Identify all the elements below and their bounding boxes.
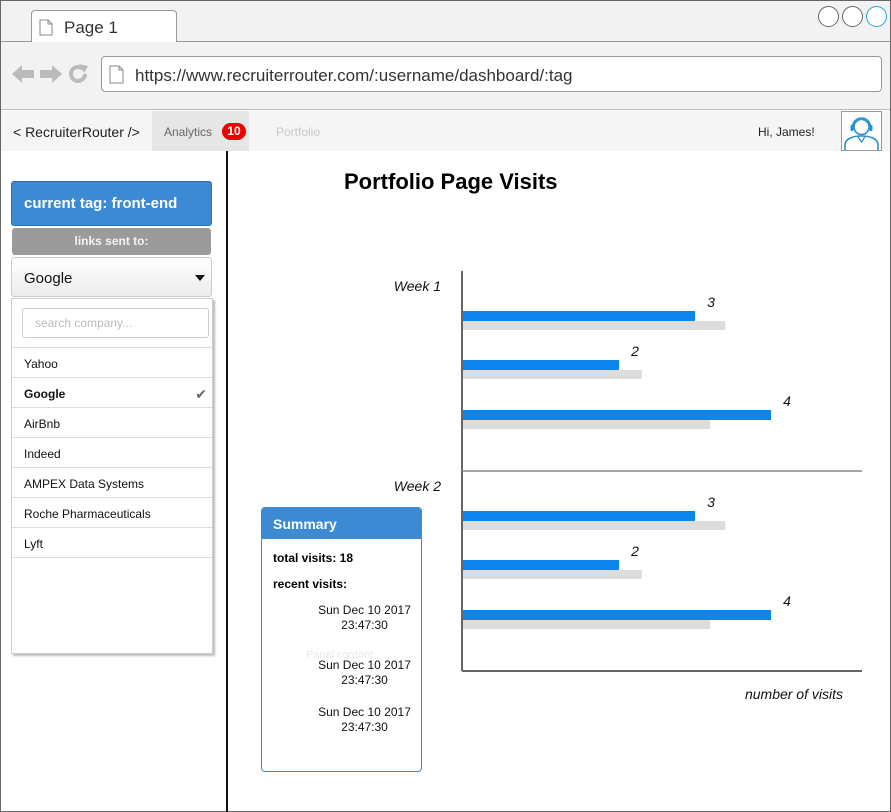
comparison-bar bbox=[463, 420, 711, 429]
recent-visit: Sun Dec 10 2017 23:47:30 bbox=[292, 658, 437, 688]
recent-visits-label: recent visits: bbox=[273, 577, 348, 591]
notification-badge: 10 bbox=[222, 123, 246, 140]
company-list-item[interactable]: Roche Pharmaceuticals bbox=[12, 498, 212, 528]
user-greeting: Hi, James! bbox=[758, 125, 815, 139]
user-headset-icon bbox=[844, 117, 879, 150]
comparison-bar bbox=[463, 521, 726, 530]
company-name: AirBnb bbox=[24, 417, 61, 431]
url-text: https://www.recruiterrouter.com/:usernam… bbox=[135, 66, 573, 85]
page-title: Portfolio Page Visits bbox=[344, 169, 558, 194]
company-list: Yahoo Google ✔ AirBnb Indeed AMPEX Data Syste… bbox=[12, 347, 212, 558]
company-dropdown: Yahoo Google ✔ AirBnb Indeed AMPEX Data Syste… bbox=[11, 298, 213, 654]
x-axis-label: number of visits bbox=[745, 686, 843, 702]
reload-icon[interactable] bbox=[67, 63, 89, 85]
nav-tab-label: Analytics bbox=[164, 125, 213, 139]
bar-value-label: 3 bbox=[707, 294, 715, 310]
company-name: Indeed bbox=[24, 447, 61, 461]
bar-value-label: 2 bbox=[630, 343, 639, 359]
bar-value-label: 4 bbox=[783, 393, 791, 409]
minimize-button[interactable] bbox=[818, 6, 839, 27]
comparison-bar bbox=[463, 570, 642, 579]
visits-bar bbox=[463, 410, 771, 420]
visit-time: 23:47:30 bbox=[341, 673, 388, 687]
company-select[interactable]: Google bbox=[11, 257, 212, 297]
close-button[interactable] bbox=[866, 6, 887, 27]
tab-title: Page 1 bbox=[64, 18, 118, 37]
caret-down-icon bbox=[195, 275, 205, 281]
tab-strip: Page 1 bbox=[1, 1, 890, 43]
window-controls bbox=[818, 6, 887, 27]
url-field[interactable]: https://www.recruiterrouter.com/:usernam… bbox=[101, 56, 882, 92]
summary-header: Summary bbox=[262, 508, 421, 539]
current-tag-banner: current tag: front-end bbox=[11, 181, 212, 226]
visits-bar-chart: Week 1 3 2 4 Week 2 3 2 4 number of visits bbox=[394, 271, 862, 702]
visits-bar bbox=[463, 311, 695, 321]
visit-date: Sun Dec 10 2017 bbox=[318, 603, 411, 617]
checkmark-icon: ✔ bbox=[195, 386, 207, 402]
forward-arrow-icon[interactable] bbox=[39, 63, 63, 85]
recent-visit: Sun Dec 10 2017 23:47:30 bbox=[292, 603, 437, 633]
company-list-item[interactable]: AirBnb bbox=[12, 408, 212, 438]
page-icon bbox=[39, 19, 53, 36]
visit-time: 23:47:30 bbox=[341, 720, 388, 734]
visits-bar bbox=[463, 560, 619, 570]
visit-time: 23:47:30 bbox=[341, 618, 388, 632]
visit-date: Sun Dec 10 2017 bbox=[318, 658, 411, 672]
links-sent-label: links sent to: bbox=[12, 228, 211, 255]
recent-visit: Sun Dec 10 2017 23:47:30 bbox=[292, 705, 437, 735]
nav-tab-portfolio[interactable]: Portfolio bbox=[276, 125, 320, 139]
maximize-button[interactable] bbox=[842, 6, 863, 27]
search-company-input[interactable] bbox=[22, 308, 209, 338]
avatar[interactable] bbox=[841, 111, 882, 151]
comparison-bar bbox=[463, 620, 711, 629]
group-label: Week 2 bbox=[394, 478, 441, 494]
page-icon bbox=[109, 65, 124, 84]
company-select-value: Google bbox=[24, 270, 73, 287]
browser-tab[interactable]: Page 1 bbox=[31, 10, 177, 43]
total-visits: total visits: 18 bbox=[273, 551, 354, 565]
company-list-item[interactable]: Google ✔ bbox=[12, 378, 212, 408]
company-name: Google bbox=[24, 387, 66, 401]
browser-window: Page 1 https://www.recruiterrouter.com/:… bbox=[0, 0, 891, 812]
comparison-bar bbox=[463, 370, 642, 379]
visits-bar bbox=[463, 360, 619, 370]
bar-value-label: 3 bbox=[707, 494, 715, 510]
company-name: Roche Pharmaceuticals bbox=[24, 507, 151, 521]
comparison-bar bbox=[463, 321, 726, 330]
back-arrow-icon[interactable] bbox=[11, 63, 35, 85]
sidebar-divider bbox=[226, 151, 228, 812]
app-navbar: < RecruiterRouter /> Analytics 10 Portfo… bbox=[1, 111, 890, 151]
summary-panel: Summary total visits: 18 recent visits: … bbox=[261, 507, 422, 772]
address-bar: https://www.recruiterrouter.com/:usernam… bbox=[1, 42, 890, 110]
company-list-item[interactable]: Lyft bbox=[12, 528, 212, 558]
group-label: Week 1 bbox=[394, 278, 441, 294]
company-list-item[interactable]: AMPEX Data Systems bbox=[12, 468, 212, 498]
visit-date: Sun Dec 10 2017 bbox=[318, 705, 411, 719]
company-list-item[interactable]: Yahoo bbox=[12, 348, 212, 378]
visits-bar bbox=[463, 610, 771, 620]
company-list-item[interactable]: Indeed bbox=[12, 438, 212, 468]
company-name: AMPEX Data Systems bbox=[24, 477, 145, 491]
bar-value-label: 4 bbox=[783, 593, 791, 609]
nav-controls bbox=[11, 63, 89, 85]
company-name: Yahoo bbox=[24, 357, 58, 371]
nav-tab-analytics[interactable]: Analytics 10 bbox=[152, 111, 249, 151]
bar-value-label: 2 bbox=[630, 543, 639, 559]
visits-bar bbox=[463, 511, 695, 521]
brand-logo[interactable]: < RecruiterRouter /> bbox=[13, 124, 140, 140]
company-name: Lyft bbox=[24, 537, 43, 551]
